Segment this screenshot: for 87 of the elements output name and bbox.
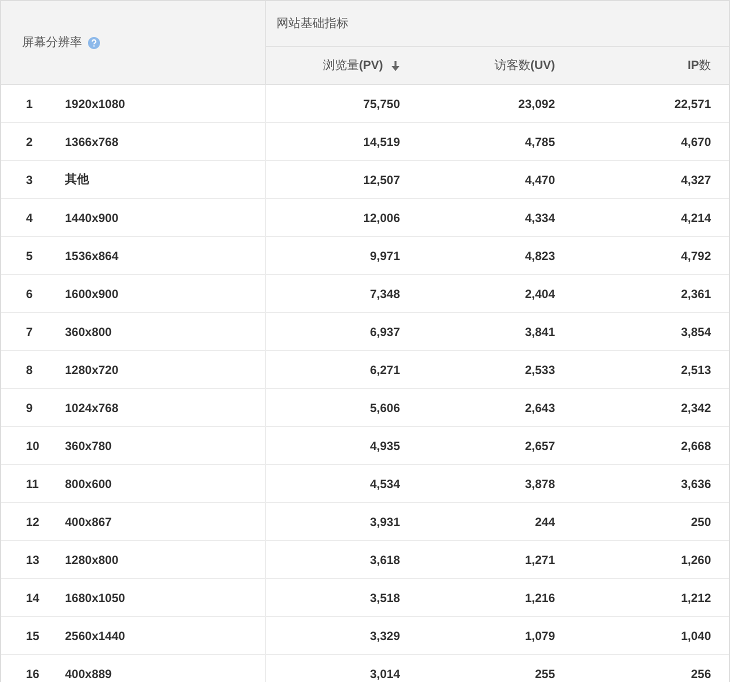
table-cell: 250 [690,514,712,528]
help-icon [88,36,100,48]
column-header[interactable]: 浏览量(PV) [265,46,418,84]
rank-number: 14 [26,590,40,604]
table-cell: 255 [534,666,555,680]
rank-number: 16 [26,666,40,680]
table-cell: 12,006 [363,210,400,224]
table-cell: 1536x864 [65,248,118,262]
table-cell: 3,014 [370,666,400,680]
table-cell: 4,534 [370,476,400,490]
table-cell: 1280x800 [65,552,118,566]
table-cell: 360x800 [65,324,112,338]
rank-number: 8 [26,362,33,376]
table-cell: 1024x768 [65,400,118,414]
table-cell: 3,931 [370,514,400,528]
rank-number: 12 [26,514,40,528]
column-header[interactable]: IP数 [573,46,730,84]
rank-number: 1 [26,96,33,110]
table-cell: 1,260 [680,552,712,566]
rank-number: 2 [26,134,33,148]
table-cell: 3,329 [370,628,400,642]
table-cell: 75,750 [363,96,400,110]
table-cell: 1680x1050 [65,590,126,604]
table-cell: 12,507 [363,172,400,186]
table-cell: 22,571 [674,96,712,110]
table-cell: 7,348 [370,286,400,300]
table-cell: 4,935 [370,438,400,452]
table-cell: 1600x900 [65,286,118,300]
table-cell: 2,513 [680,362,712,376]
rank-number: 5 [26,248,33,262]
table-cell: 400x867 [65,514,112,528]
table-cell: 4,792 [680,248,712,262]
table-cell: 3,854 [680,324,712,338]
table-cell: 1,040 [680,628,712,642]
table-cell: 14,519 [363,134,400,148]
table-cell: 1,079 [524,628,555,642]
rank-number: 10 [26,438,40,452]
table-cell: 3,518 [370,590,400,604]
table-cell: 2,404 [524,286,555,300]
group-header: 网站基础指标 [276,16,348,30]
table-cell: 1366x768 [65,134,118,148]
table-cell: 244 [534,514,555,528]
table-cell: 6,937 [370,324,400,338]
table-cell: 4,327 [680,172,712,186]
table-cell: 400x889 [65,666,112,680]
table-cell: 23,092 [518,96,555,110]
column-header[interactable]: 访客数(UV) [418,46,573,84]
table-cell: 2560x1440 [65,628,126,642]
table-cell: 4,214 [680,210,712,224]
table-cell: 1920x1080 [65,96,126,110]
rank-number: 13 [26,552,40,566]
table-cell: 3,878 [524,476,555,490]
table-cell: 2,643 [524,400,555,414]
table-cell: 256 [690,666,712,680]
table-cell: 3,636 [680,476,712,490]
table-cell: 360x780 [65,438,112,452]
rank-number: 15 [26,628,40,642]
rank-number: 11 [26,476,39,490]
table-cell: 6,271 [370,362,400,376]
rank-number: 4 [26,210,33,224]
sort-down-icon [391,60,400,70]
table-cell: 1440x900 [65,210,118,224]
table-cell: 4,670 [680,134,712,148]
table-cell: 1,271 [524,552,555,566]
rank-number: 6 [26,286,33,300]
table-cell: 1280x720 [65,362,118,376]
table-cell: 2,533 [524,362,555,376]
table-cell: 2,657 [524,438,555,452]
table-cell: 4,334 [524,210,555,224]
table-cell: 800x600 [65,476,112,490]
table-cell: 5,606 [370,400,400,414]
table-cell: 9,971 [370,248,400,262]
table-cell: 4,823 [524,248,555,262]
column-header: 屏幕分辨率 [22,34,82,51]
table-cell: 其他 [65,172,89,186]
table-cell: 3,841 [524,324,555,338]
table-cell: 4,785 [524,134,555,148]
table-cell: 3,618 [370,552,400,566]
rank-number: 3 [26,172,33,186]
table-cell: 1,216 [524,590,555,604]
rank-number: 9 [26,400,33,414]
table-cell: 2,361 [680,286,712,300]
rank-number: 7 [26,324,33,338]
table-cell: 4,470 [524,172,555,186]
table-cell: 2,668 [680,438,712,452]
table-cell: 1,212 [680,590,712,604]
table-cell: 2,342 [680,400,712,414]
